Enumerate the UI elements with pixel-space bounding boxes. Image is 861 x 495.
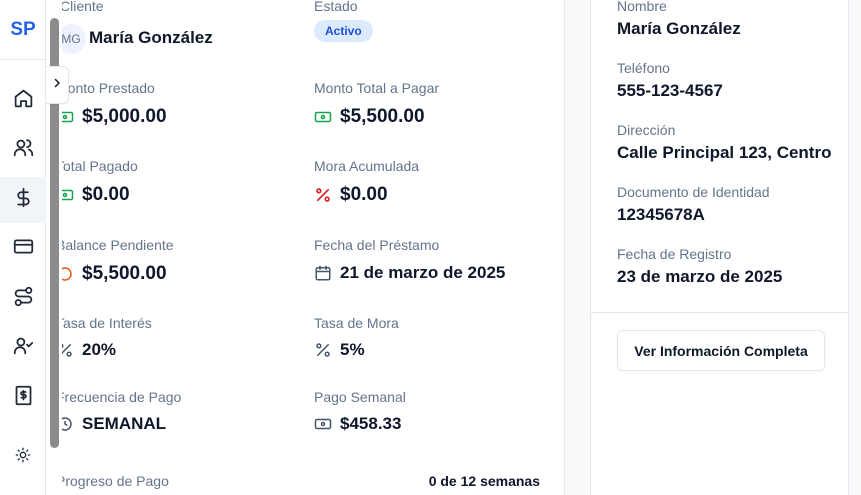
loan-details-card: Cliente MG María González Estado Activo … [46, 0, 565, 495]
total-paid-value: $0.00 [82, 184, 130, 205]
interest-rate: 20% [56, 340, 116, 360]
receipt-icon [13, 385, 34, 411]
sidebar-item-home[interactable] [0, 78, 46, 124]
client-registered-date: 23 de marzo de 2025 [617, 267, 783, 286]
progress-count: 0 de 12 semanas [428, 473, 540, 489]
loan-date-value: 21 de marzo de 2025 [340, 263, 506, 282]
phone-label: Teléfono [617, 60, 670, 76]
user-check-icon [13, 335, 34, 361]
home-icon [13, 88, 34, 114]
weekly-payment-label: Pago Semanal [314, 389, 406, 405]
client-label: Cliente [60, 0, 104, 14]
loan-date: 21 de marzo de 2025 [314, 263, 505, 283]
sidebar-item-routes[interactable] [0, 276, 46, 322]
late-fee-label: Mora Acumulada [314, 158, 420, 174]
address-label: Dirección [617, 122, 676, 138]
id-doc-label: Documento de Identidad [617, 184, 770, 200]
percent-icon [314, 186, 332, 204]
app-logo[interactable]: SP [0, 0, 46, 60]
divider [591, 312, 848, 313]
client-address: Calle Principal 123, Centro [617, 143, 832, 162]
interest-rate-value: 20% [82, 340, 117, 359]
amount-lent-label: Monto Prestado [56, 80, 155, 96]
client-phone: 555-123-4567 [617, 81, 723, 100]
chevron-right-icon [51, 76, 63, 94]
sidebar-item-loans[interactable] [0, 177, 46, 223]
users-icon [13, 137, 34, 163]
frequency: SEMANAL [56, 414, 166, 434]
status-label: Estado [314, 0, 358, 14]
late-rate-label: Tasa de Mora [314, 315, 399, 331]
dollar-icon [13, 187, 34, 213]
total-to-pay-value: $5,500.00 [340, 106, 425, 127]
client-info-card: Nombre María González Teléfono 555-123-4… [590, 0, 849, 495]
sidebar-item-collectors[interactable] [0, 325, 46, 371]
late-fee: $0.00 [314, 184, 388, 206]
client-id-doc: 12345678A [617, 205, 705, 224]
amount-lent: $5,000.00 [56, 106, 167, 128]
percent-icon [314, 341, 332, 359]
balance-label: Balance Pendiente [56, 237, 174, 253]
frequency-value: SEMANAL [82, 414, 167, 433]
client-name: María González [89, 28, 213, 47]
status-badge: Activo [314, 20, 373, 42]
late-fee-value: $0.00 [340, 184, 388, 205]
sidebar-item-clients[interactable] [0, 127, 46, 173]
loan-date-label: Fecha del Préstamo [314, 237, 440, 253]
frequency-label: Frecuencia de Pago [56, 389, 182, 405]
total-paid-label: Total Pagado [56, 158, 138, 174]
total-paid: $0.00 [56, 184, 130, 206]
weekly-payment: $458.33 [314, 414, 401, 434]
late-rate: 5% [314, 340, 365, 360]
balance-value: $5,500.00 [82, 263, 167, 284]
amount-lent-value: $5,000.00 [82, 106, 167, 127]
total-to-pay: $5,500.00 [314, 106, 425, 128]
banknote-icon [314, 108, 332, 126]
sidebar-item-payments[interactable] [0, 226, 46, 272]
sun-icon [15, 447, 31, 468]
interest-rate-label: Tasa de Interés [56, 315, 152, 331]
sidebar-item-reports[interactable] [0, 375, 46, 421]
total-to-pay-label: Monto Total a Pagar [314, 80, 440, 96]
sidebar-expand-button[interactable] [45, 66, 69, 104]
balance: $5,500.00 [56, 263, 167, 285]
credit-card-icon [13, 236, 34, 262]
view-full-info-button[interactable]: Ver Información Completa [617, 330, 825, 371]
theme-toggle[interactable] [0, 434, 46, 480]
banknote-icon [314, 415, 332, 433]
client-info-name: María González [617, 19, 741, 38]
weekly-payment-value: $458.33 [340, 414, 402, 433]
calendar-icon [314, 264, 332, 282]
route-icon [13, 286, 34, 312]
progress-label: Progreso de Pago [56, 473, 169, 489]
name-label: Nombre [617, 0, 667, 14]
registered-label: Fecha de Registro [617, 246, 732, 262]
late-rate-value: 5% [340, 340, 365, 359]
sidebar: SP [0, 0, 46, 495]
